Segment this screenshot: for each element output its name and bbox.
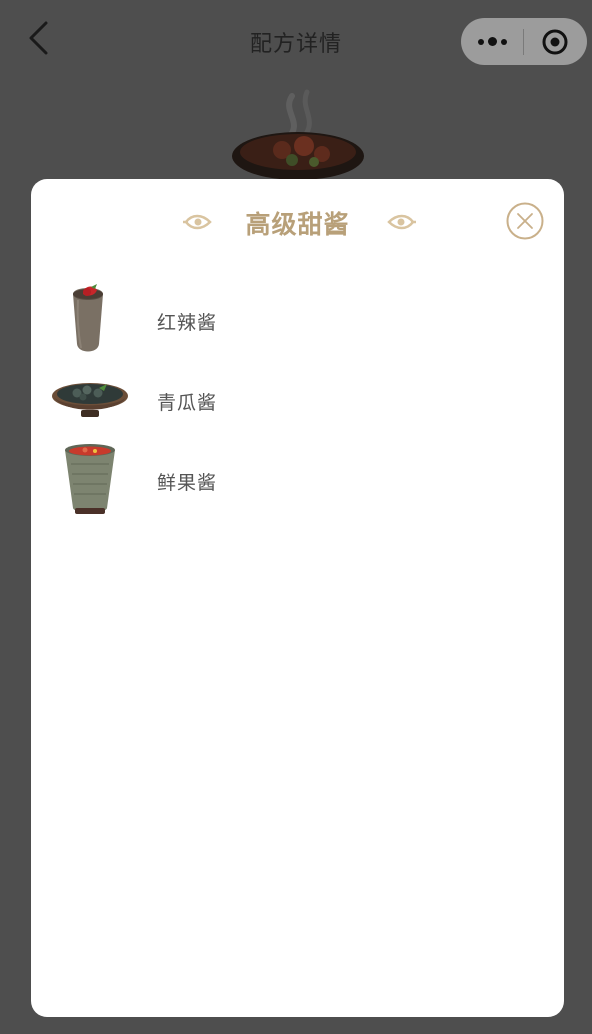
list-item[interactable]: 青瓜酱 xyxy=(31,362,564,440)
ingredient-name: 红辣酱 xyxy=(157,312,218,334)
exit-mini-program-button[interactable] xyxy=(524,18,586,65)
modal-header: 高级甜酱 xyxy=(31,179,564,269)
list-item[interactable]: 红辣酱 xyxy=(31,282,564,360)
mini-program-capsule xyxy=(461,18,587,65)
dish-illustration xyxy=(232,89,364,180)
ingredient-name: 鲜果酱 xyxy=(157,472,218,494)
ingredient-name: 青瓜酱 xyxy=(157,392,218,414)
modal-title: 高级甜酱 xyxy=(245,210,350,239)
ingredient-modal: 高级甜酱 红辣酱 青瓜酱 鲜果酱 xyxy=(31,179,564,1017)
chili-sauce-jar-icon xyxy=(73,284,103,352)
list-item[interactable]: 鲜果酱 xyxy=(31,442,564,520)
fruit-sauce-cup-icon xyxy=(65,444,115,514)
target-circle-icon xyxy=(542,29,568,54)
cucumber-sauce-bowl-icon xyxy=(52,383,128,417)
navigation-bar: 配方详情 xyxy=(0,0,592,84)
more-dots-icon xyxy=(477,37,507,46)
ornament-right-icon xyxy=(387,214,416,230)
more-button[interactable] xyxy=(461,18,523,65)
close-circle-icon[interactable] xyxy=(506,202,544,240)
